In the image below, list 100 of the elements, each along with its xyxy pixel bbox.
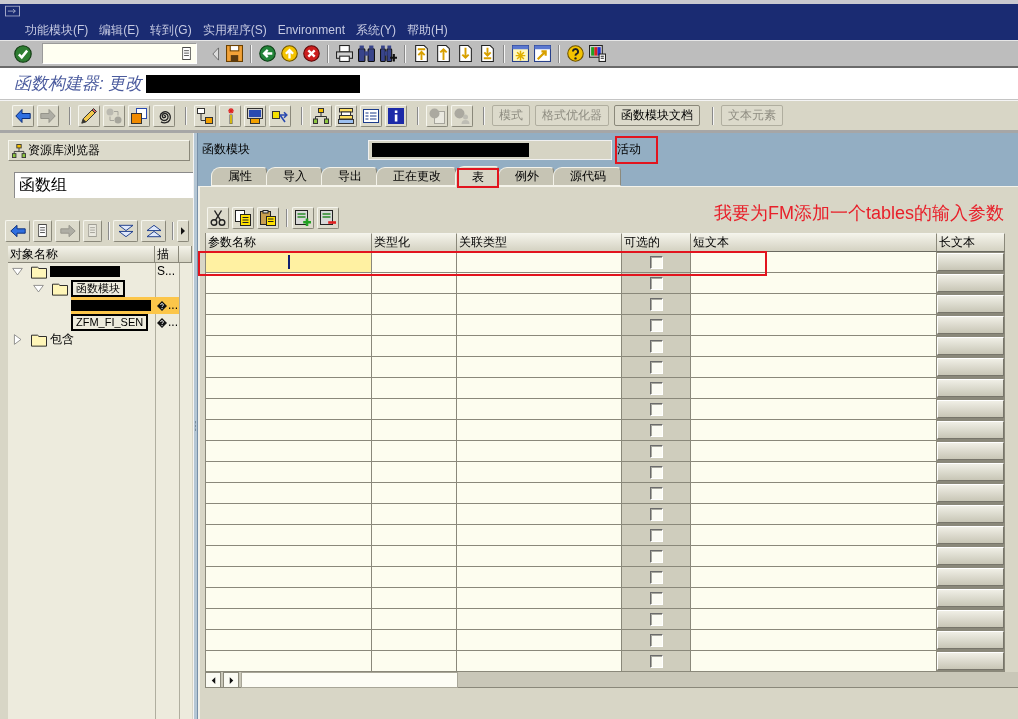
table-input-field[interactable]	[372, 525, 457, 546]
table-input-field[interactable]	[457, 504, 622, 525]
tree-row[interactable]: 函数模块	[8, 280, 192, 297]
menu-item[interactable]: 转到(G)	[150, 21, 192, 39]
table-input-field[interactable]	[691, 504, 937, 525]
last-page-icon[interactable]	[479, 45, 496, 62]
toolbar-button[interactable]	[257, 207, 279, 229]
scroll-right-button[interactable]	[223, 672, 239, 688]
table-input-field[interactable]	[691, 567, 937, 588]
table-input-field[interactable]	[691, 315, 937, 336]
table-input-field[interactable]	[457, 378, 622, 399]
save-icon[interactable]	[226, 45, 243, 62]
table-input-field[interactable]	[457, 273, 622, 294]
table-input-field[interactable]	[691, 378, 937, 399]
tree-row[interactable]: ZFM_FI_SEN ...	[8, 314, 192, 331]
table-input-field[interactable]	[206, 483, 372, 504]
table-input-field[interactable]	[372, 609, 457, 630]
optional-checkbox[interactable]	[649, 255, 663, 269]
table-input-field[interactable]	[206, 294, 372, 315]
table-input-field[interactable]	[691, 294, 937, 315]
toolbar-button[interactable]	[5, 219, 30, 242]
toolbar-button[interactable]	[141, 219, 166, 242]
optional-checkbox[interactable]	[649, 465, 663, 479]
table-input-field[interactable]	[206, 651, 372, 672]
long-text-button[interactable]	[937, 631, 1004, 649]
toolbar-button[interactable]	[232, 207, 254, 229]
table-input-field[interactable]	[457, 483, 622, 504]
optional-checkbox[interactable]	[649, 381, 663, 395]
toolbar-button[interactable]	[113, 219, 138, 242]
long-text-button[interactable]	[937, 379, 1004, 397]
cancel-icon[interactable]	[303, 45, 320, 62]
table-input-field[interactable]	[206, 336, 372, 357]
table-input-field[interactable]	[372, 420, 457, 441]
table-input-field[interactable]	[457, 252, 622, 273]
table-input-field[interactable]	[372, 441, 457, 462]
toolbar-button[interactable]	[360, 104, 382, 127]
toolbar-button[interactable]	[12, 104, 34, 127]
table-input-field[interactable]	[206, 588, 372, 609]
tab[interactable]: 例外	[498, 167, 554, 186]
table-input-field[interactable]	[691, 336, 937, 357]
table-input-field[interactable]	[372, 399, 457, 420]
table-input-field[interactable]	[372, 294, 457, 315]
table-input-field[interactable]	[691, 546, 937, 567]
table-input-field[interactable]	[372, 588, 457, 609]
toolbar-button[interactable]: 函数模块文档	[614, 105, 700, 126]
table-input-field[interactable]	[206, 378, 372, 399]
toolbar-button[interactable]	[310, 104, 332, 127]
long-text-button[interactable]	[937, 400, 1004, 418]
table-input-field[interactable]	[691, 609, 937, 630]
binoculars-icon[interactable]	[358, 45, 375, 62]
optional-checkbox[interactable]	[649, 423, 663, 437]
toolbar-button[interactable]	[335, 104, 357, 127]
long-text-button[interactable]	[937, 295, 1004, 313]
table-input-field[interactable]	[206, 357, 372, 378]
long-text-button[interactable]	[937, 316, 1004, 334]
table-input-field[interactable]	[691, 399, 937, 420]
long-text-button[interactable]	[937, 568, 1004, 586]
long-text-button[interactable]	[937, 421, 1004, 439]
table-input-field[interactable]	[691, 420, 937, 441]
table-input-field[interactable]	[206, 462, 372, 483]
repository-browser-button[interactable]: 资源库浏览器	[8, 140, 190, 161]
menu-item[interactable]: 实用程序(S)	[202, 21, 267, 39]
table-input-field[interactable]	[372, 567, 457, 588]
toolbar-button[interactable]	[194, 104, 216, 127]
table-input-field[interactable]	[372, 504, 457, 525]
object-type-field[interactable]: 函数组	[14, 172, 193, 198]
table-input-field[interactable]	[372, 336, 457, 357]
tab[interactable]: 正在更改	[376, 167, 456, 186]
table-input-field[interactable]	[206, 630, 372, 651]
long-text-button[interactable]	[937, 358, 1004, 376]
table-input-field[interactable]	[206, 420, 372, 441]
table-input-field[interactable]	[372, 651, 457, 672]
long-text-button[interactable]	[937, 463, 1004, 481]
table-input-field[interactable]	[206, 525, 372, 546]
toolbar-button[interactable]	[207, 207, 229, 229]
checkmark-icon[interactable]	[14, 44, 32, 63]
tab[interactable]: 导入	[266, 167, 322, 186]
tree-row[interactable]: 包含	[8, 331, 192, 348]
optional-checkbox[interactable]	[649, 318, 663, 332]
toolbar-button[interactable]	[292, 207, 314, 229]
table-input-field[interactable]	[691, 357, 937, 378]
menu-item[interactable]: 功能模块(F)	[25, 21, 89, 39]
tab[interactable]: 导出	[321, 167, 377, 186]
table-input-field[interactable]	[206, 504, 372, 525]
optional-checkbox[interactable]	[649, 402, 663, 416]
table-input-field[interactable]	[457, 651, 622, 672]
table-input-field[interactable]	[206, 609, 372, 630]
monitor-icon[interactable]	[589, 45, 606, 62]
previous-page-icon[interactable]	[435, 45, 452, 62]
toolbar-button[interactable]	[269, 104, 291, 127]
optional-checkbox[interactable]	[649, 528, 663, 542]
table-input-field[interactable]	[691, 588, 937, 609]
optional-checkbox[interactable]	[649, 444, 663, 458]
toolbar-button[interactable]	[128, 104, 150, 127]
command-field[interactable]	[42, 43, 197, 64]
next-page-icon[interactable]	[457, 45, 474, 62]
optional-checkbox[interactable]	[649, 360, 663, 374]
sparkle-window-icon[interactable]	[512, 45, 529, 62]
table-input-field[interactable]	[206, 399, 372, 420]
optional-checkbox[interactable]	[649, 633, 663, 647]
